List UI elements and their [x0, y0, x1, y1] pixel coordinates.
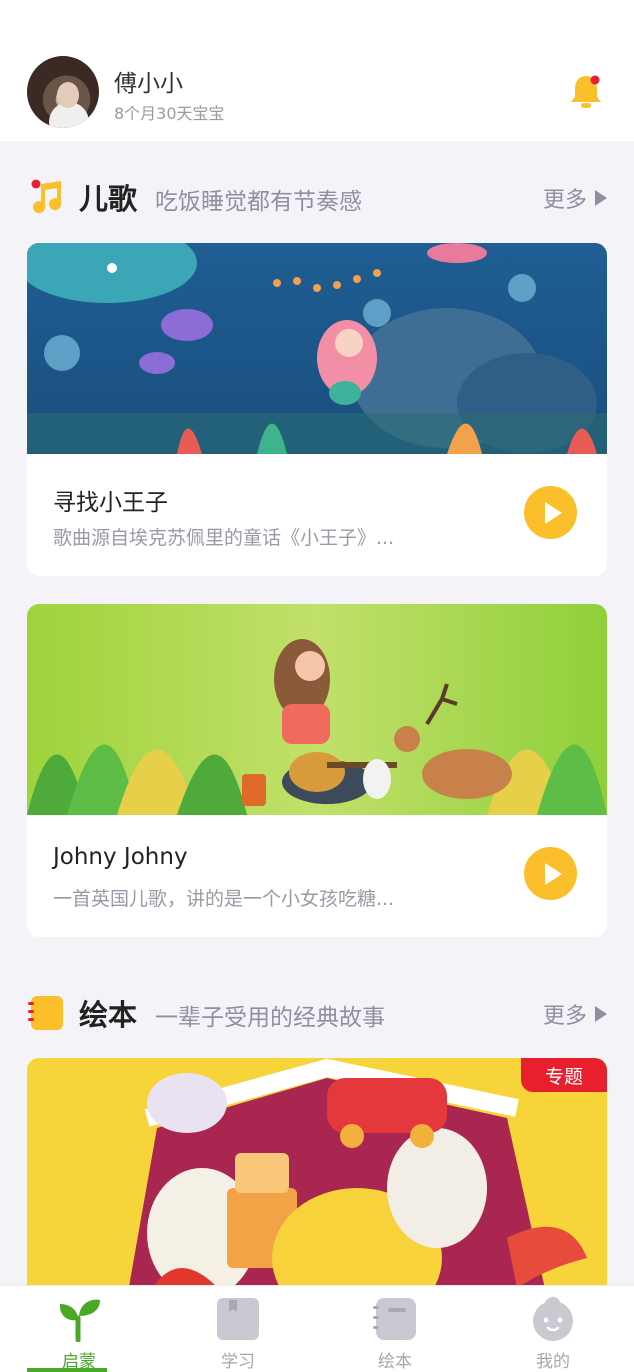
- section-subtitle: 一辈子受用的经典故事: [155, 1005, 385, 1031]
- song-title: Johny Johny: [53, 844, 188, 870]
- sprout-icon: [59, 1299, 100, 1342]
- topic-tag: 专题: [521, 1058, 607, 1092]
- tab-study[interactable]: 学习: [198, 1286, 278, 1372]
- play-icon: [544, 862, 562, 885]
- song-card[interactable]: Johny Johny 一首英国儿歌，讲的是一个小女孩吃糖...: [27, 604, 607, 937]
- songs-section-header: 儿歌 吃饭睡觉都有节奏感 更多: [27, 174, 607, 218]
- song-title: 寻找小王子: [53, 490, 168, 516]
- song-cover-ocean-mermaid: [27, 243, 607, 454]
- song-cover-girl-guitar: [27, 604, 607, 815]
- song-description: 歌曲源自埃克苏佩里的童话《小王子》...: [53, 527, 395, 549]
- bookmark-book-icon: [217, 1298, 259, 1340]
- profile-header: 傅小小 8个月30天宝宝: [0, 0, 634, 141]
- song-description: 一首英国儿歌，讲的是一个小女孩吃糖...: [53, 888, 395, 910]
- tab-label: 绘本: [378, 1352, 412, 1372]
- play-button[interactable]: [524, 486, 577, 539]
- notebook-icon: [373, 1298, 416, 1340]
- section-title: 儿歌: [79, 182, 138, 216]
- picture-book-banner[interactable]: 专题: [27, 1058, 607, 1298]
- more-label: 更多: [542, 1004, 587, 1029]
- books-section-header: 绘本 一辈子受用的经典故事 更多: [27, 990, 607, 1034]
- tab-label: 学习: [221, 1352, 255, 1372]
- caret-right-icon: [595, 1006, 607, 1022]
- user-name[interactable]: 傅小小: [114, 64, 183, 98]
- tab-picture-books[interactable]: 绘本: [355, 1286, 435, 1372]
- section-subtitle: 吃饭睡觉都有节奏感: [155, 189, 362, 215]
- bell-icon[interactable]: [569, 73, 603, 109]
- tab-enlightenment[interactable]: 启蒙: [39, 1286, 119, 1372]
- active-tab-indicator: [27, 1368, 107, 1372]
- caret-right-icon: [595, 190, 607, 206]
- picture-book-cover-art: [27, 1058, 607, 1298]
- songs-more-link[interactable]: 更多: [543, 182, 607, 214]
- play-button[interactable]: [524, 847, 577, 900]
- section-title: 绘本: [79, 998, 138, 1032]
- avatar[interactable]: [27, 56, 99, 128]
- notification-dot: [590, 75, 600, 85]
- tab-mine[interactable]: 我的: [513, 1286, 593, 1372]
- tab-label: 我的: [536, 1352, 570, 1372]
- more-label: 更多: [542, 188, 587, 213]
- baby-age: 8个月30天宝宝: [114, 104, 225, 123]
- song-card[interactable]: 寻找小王子 歌曲源自埃克苏佩里的童话《小王子》...: [27, 243, 607, 576]
- baby-face-icon: [533, 1296, 573, 1341]
- avatar-photo-face: [57, 82, 79, 108]
- bottom-tab-bar: 启蒙 学习 绘本 我的: [0, 1285, 634, 1372]
- play-icon: [544, 501, 562, 524]
- music-note-icon: [31, 179, 62, 214]
- books-more-link[interactable]: 更多: [543, 998, 607, 1030]
- book-icon: [28, 996, 63, 1030]
